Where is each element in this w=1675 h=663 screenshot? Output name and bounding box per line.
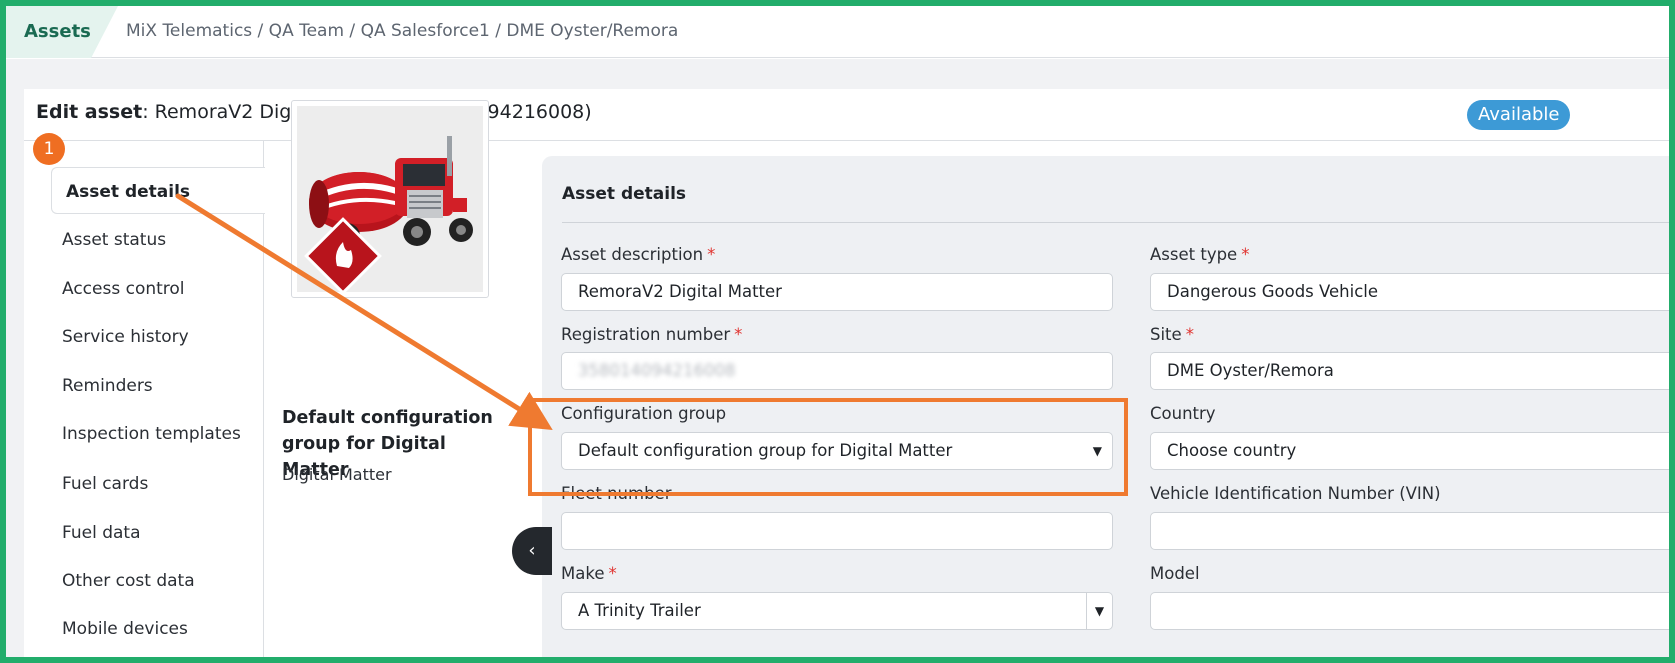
required-marker: * <box>608 564 617 583</box>
chevron-left-icon: ‹ <box>528 540 536 561</box>
vin-input[interactable] <box>1150 512 1675 550</box>
asset-type-label: Asset type * <box>1150 245 1250 264</box>
vin-label: Vehicle Identification Number (VIN) <box>1150 484 1441 503</box>
required-marker: * <box>1241 245 1250 264</box>
country-label: Country <box>1150 404 1216 423</box>
sidebar-item-asset-details[interactable]: Asset details <box>51 167 265 214</box>
asset-type-select[interactable]: Dangerous Goods Vehicle <box>1150 273 1675 311</box>
device-type-label: Digital Matter <box>282 465 392 484</box>
site-select[interactable]: DME Oyster/Remora <box>1150 352 1675 390</box>
model-label: Model <box>1150 564 1200 583</box>
sidebar-item-service-history[interactable]: Service history <box>62 327 189 347</box>
sidebar-item-fuel-cards[interactable]: Fuel cards <box>62 474 148 494</box>
tanker-truck-icon <box>297 106 483 292</box>
registration-number-value: 358014094216008 <box>578 361 736 380</box>
sidebar-item-label: Asset details <box>66 182 191 202</box>
collapse-panel-button[interactable]: ‹ <box>512 527 552 575</box>
assets-tab-label: Assets <box>24 21 91 42</box>
required-marker: * <box>734 325 743 344</box>
asset-description-label: Asset description * <box>561 245 716 264</box>
top-bar: Assets MiX Telematics / QA Team / QA Sal… <box>6 6 1669 58</box>
sidebar-item-asset-status[interactable]: Asset status <box>62 230 166 250</box>
assets-tab[interactable]: Assets <box>6 6 118 58</box>
asset-description-input[interactable]: RemoraV2 Digital Matter <box>561 273 1113 311</box>
make-select[interactable]: A Trinity Trailer ▼ <box>561 592 1113 630</box>
sidebar-item-mobile-devices[interactable]: Mobile devices <box>62 619 188 639</box>
required-marker: * <box>1185 325 1194 344</box>
model-input[interactable] <box>1150 592 1675 630</box>
fleet-number-input[interactable] <box>561 512 1113 550</box>
status-badge: Available <box>1467 100 1571 130</box>
make-value: A Trinity Trailer <box>578 601 701 620</box>
sidebar-item-access-control[interactable]: Access control <box>62 279 185 299</box>
step-number-badge: 1 <box>33 133 65 165</box>
sidebar-item-inspection-templates[interactable]: Inspection templates <box>62 424 241 444</box>
make-label: Make * <box>561 564 617 583</box>
breadcrumb[interactable]: MiX Telematics / QA Team / QA Salesforce… <box>126 21 678 41</box>
registration-number-input[interactable]: 358014094216008 <box>561 352 1113 390</box>
panel-title: Asset details <box>562 184 687 204</box>
sidebar-item-other-cost-data[interactable]: Other cost data <box>62 571 195 591</box>
required-marker: * <box>707 245 716 264</box>
panel-divider <box>562 222 1669 223</box>
sidebar-item-reminders[interactable]: Reminders <box>62 376 153 396</box>
asset-image-frame[interactable] <box>291 100 489 298</box>
highlight-box <box>528 398 1128 496</box>
site-label: Site * <box>1150 325 1194 344</box>
sidebar-item-fuel-data[interactable]: Fuel data <box>62 523 141 543</box>
sidebar-nav: Asset details Asset status Access contro… <box>24 141 265 657</box>
dropdown-arrow-icon: ▼ <box>1086 593 1112 629</box>
registration-number-label: Registration number * <box>561 325 743 344</box>
card-header: Edit asset: RemoraV2 Digital Matter (358… <box>24 89 1669 141</box>
edit-label: Edit asset <box>36 101 143 123</box>
country-select[interactable]: Choose country <box>1150 432 1675 470</box>
